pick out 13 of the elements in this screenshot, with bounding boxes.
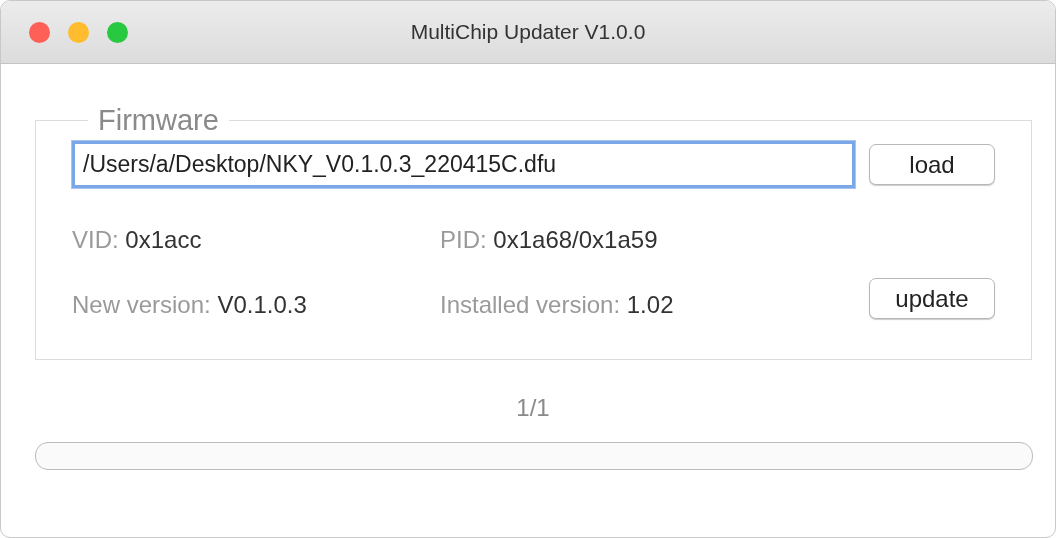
field-text: PID: 0x1a68/0x1a59 [440,226,659,254]
progress-count: 1/1 [516,394,550,421]
load-button[interactable]: load [869,144,995,185]
field-text: Installed version: 1.02 [440,291,675,319]
update-button[interactable]: update [869,278,995,319]
zoom-button[interactable] [107,21,128,43]
field-text: New version: V0.1.0.3 [72,291,308,319]
field-text: VID: 0x1acc [72,226,203,254]
path-field[interactable]: /Users/a/Desktop/NKY_V0.1.0.3_220415C.dfu [72,141,855,188]
close-button[interactable] [29,21,50,43]
minimize-button[interactable] [68,21,89,43]
group-title: Firmware [97,104,220,137]
window-title: MultiChip Updater V1.0.0 [410,20,646,43]
